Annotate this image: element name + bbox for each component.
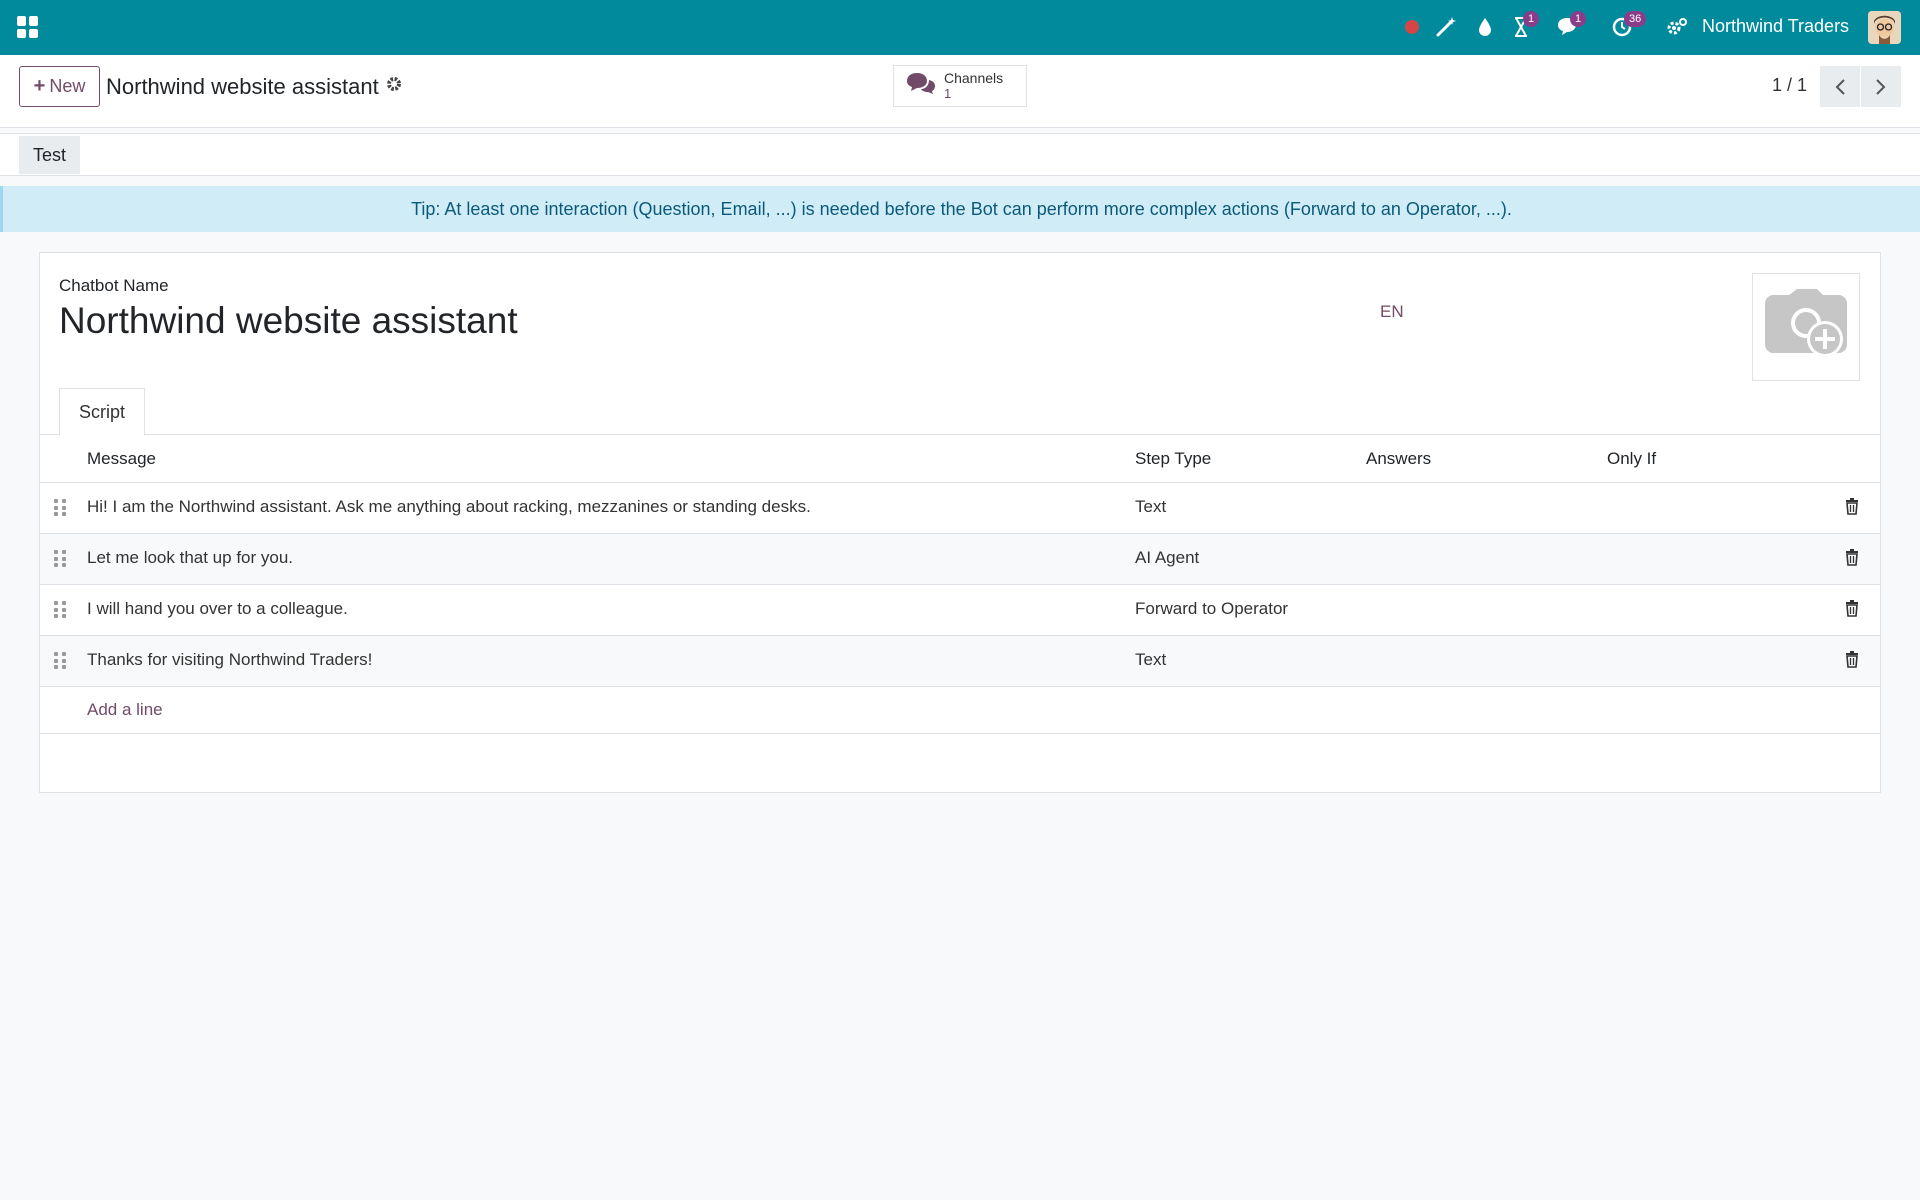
channels-count: 1 [944, 86, 952, 101]
pager-next-button[interactable] [1861, 66, 1901, 107]
language-button[interactable]: EN [1380, 302, 1404, 322]
add-line-link[interactable]: Add a line [87, 700, 163, 720]
gear-icon[interactable] [385, 75, 405, 95]
table-row[interactable]: Let me look that up for you. AI Agent [40, 534, 1880, 585]
chevron-left-icon [1835, 78, 1845, 95]
user-avatar[interactable] [1868, 11, 1901, 44]
trash-icon[interactable] [1845, 498, 1861, 516]
messages-icon[interactable]: 1 [1554, 11, 1587, 41]
header-step-type[interactable]: Step Type [1135, 449, 1211, 469]
header-answers[interactable]: Answers [1366, 449, 1431, 469]
plus-icon: + [33, 75, 46, 97]
activity-timer-badge: 1 [1523, 11, 1540, 27]
row-step-type: Text [1135, 497, 1167, 516]
tip-alert: Tip: At least one interaction (Question,… [0, 186, 1920, 232]
control-panel: + New Northwind website assistant Channe… [0, 55, 1920, 128]
pager-value[interactable]: 1 / 1 [1772, 75, 1807, 96]
settings-gears-icon[interactable] [1663, 13, 1691, 41]
tab-script[interactable]: Script [59, 388, 145, 436]
channels-smart-button[interactable]: Channels 1 [893, 65, 1027, 107]
hourglass-icon[interactable]: 1 [1507, 11, 1540, 41]
table-row[interactable]: I will hand you over to a colleague. For… [40, 585, 1880, 636]
channels-label: Channels [944, 70, 1004, 86]
table-header: Message Step Type Answers Only If [40, 435, 1880, 483]
chatbot-name-label: Chatbot Name [59, 276, 169, 295]
header-only-if[interactable]: Only If [1607, 449, 1656, 469]
activities-clock-icon[interactable]: 36 [1608, 11, 1647, 41]
pager-previous-button[interactable] [1820, 66, 1860, 107]
image-upload[interactable] [1752, 273, 1860, 381]
row-step-type: Text [1135, 650, 1167, 669]
row-message: I will hand you over to a colleague. [87, 599, 348, 618]
add-line-row: Add a line [40, 687, 1880, 734]
trash-icon[interactable] [1845, 600, 1861, 618]
notebook-tabs: Script [40, 388, 1880, 436]
trash-icon[interactable] [1845, 549, 1861, 567]
camera-add-icon [1765, 289, 1847, 357]
droplet-icon[interactable] [1471, 13, 1499, 41]
drag-handle-icon[interactable] [54, 601, 66, 619]
script-steps-table: Message Step Type Answers Only If Hi! I … [40, 435, 1880, 734]
company-switcher[interactable]: Northwind Traders [1702, 16, 1849, 37]
header-message[interactable]: Message [87, 449, 156, 469]
chevron-right-icon [1876, 78, 1886, 95]
breadcrumb-title: Northwind website assistant [106, 74, 379, 99]
apps-menu-icon[interactable] [17, 16, 39, 38]
test-button[interactable]: Test [19, 136, 80, 174]
top-navbar: 1 1 36 Northwind Traders [0, 0, 1920, 55]
row-message: Thanks for visiting Northwind Traders! [87, 650, 373, 669]
new-button[interactable]: + New [19, 66, 100, 107]
table-row[interactable]: Hi! I am the Northwind assistant. Ask me… [40, 483, 1880, 534]
row-message: Let me look that up for you. [87, 548, 294, 567]
drag-handle-icon[interactable] [54, 550, 66, 568]
new-button-label: New [49, 76, 86, 96]
form-sheet: Chatbot Name Northwind website assistant… [39, 252, 1881, 793]
chatbot-name-field[interactable]: Northwind website assistant [59, 300, 518, 342]
messages-badge: 1 [1570, 11, 1587, 27]
activities-badge: 36 [1624, 11, 1647, 27]
recording-dot-icon[interactable] [1398, 13, 1426, 41]
magic-wand-icon[interactable] [1432, 13, 1460, 41]
form-statusbar: Test [0, 133, 1920, 176]
row-step-type: AI Agent [1135, 548, 1200, 567]
row-message: Hi! I am the Northwind assistant. Ask me… [87, 497, 811, 516]
drag-handle-icon[interactable] [54, 652, 66, 670]
row-step-type: Forward to Operator [1135, 599, 1289, 618]
table-row[interactable]: Thanks for visiting Northwind Traders! T… [40, 636, 1880, 687]
comments-icon [906, 72, 938, 101]
drag-handle-icon[interactable] [54, 499, 66, 517]
trash-icon[interactable] [1845, 651, 1861, 669]
